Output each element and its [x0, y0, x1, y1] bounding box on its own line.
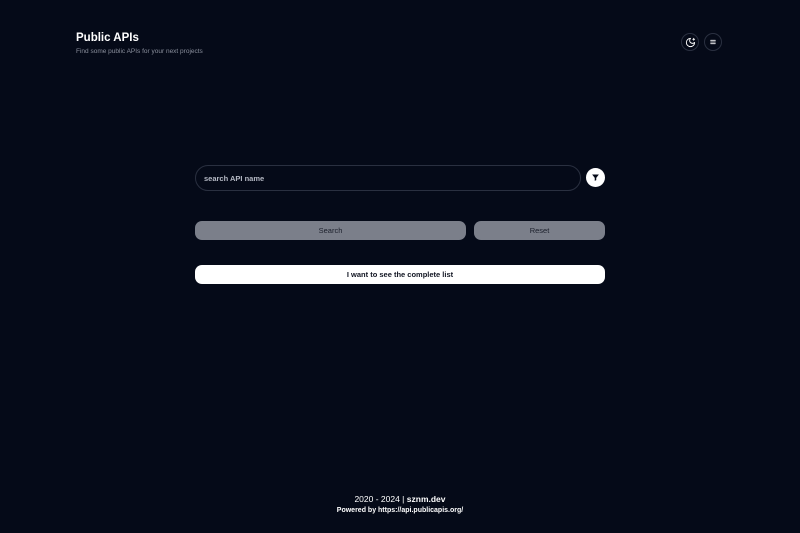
search-button[interactable]: Search [195, 221, 466, 240]
header-actions [681, 33, 722, 51]
footer-brand-link[interactable]: sznm.dev [407, 494, 446, 504]
footer-copyright: 2020 - 2024 | sznm.dev [0, 493, 800, 505]
search-input[interactable] [195, 165, 581, 191]
moon-star-icon [685, 37, 695, 47]
filter-button[interactable] [586, 168, 605, 187]
reset-button[interactable]: Reset [474, 221, 605, 240]
menu-button[interactable] [704, 33, 722, 51]
site-header: Public APIs Find some public APIs for yo… [76, 30, 203, 56]
page: Public APIs Find some public APIs for yo… [0, 0, 800, 533]
footer: 2020 - 2024 | sznm.dev Powered by https:… [0, 493, 800, 516]
search-row [195, 165, 605, 191]
site-subtitle: Find some public APIs for your next proj… [76, 48, 203, 55]
site-title: Public APIs [76, 32, 139, 44]
footer-years: 2020 - 2024 | [354, 494, 405, 504]
theme-toggle-button[interactable] [681, 33, 699, 51]
complete-list-button[interactable]: I want to see the complete list [195, 265, 605, 284]
footer-powered-by[interactable]: Powered by https://api.publicapis.org/ [0, 505, 800, 516]
menu-icon [710, 39, 716, 45]
filter-icon [592, 174, 599, 181]
